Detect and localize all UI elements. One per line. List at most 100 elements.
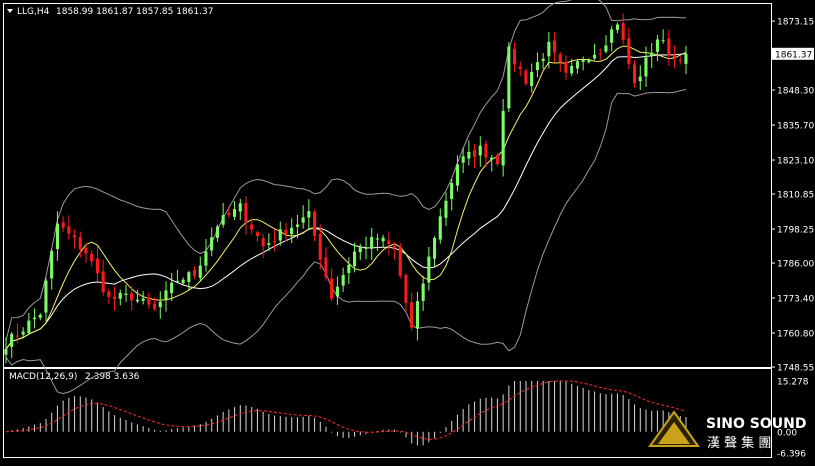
candle-body — [638, 76, 642, 82]
candle-body — [55, 223, 59, 249]
macd-label: MACD(12,26,9) — [9, 372, 77, 382]
logo-chinese-text: 漢 聲 集 團 — [707, 435, 771, 451]
price-tick-label: 1786.00 — [777, 260, 814, 270]
candle-body — [38, 314, 42, 318]
candle-body — [587, 60, 591, 63]
candle-body — [135, 299, 139, 302]
macd-tick-label: -6.396 — [777, 450, 806, 460]
candle-body — [95, 258, 99, 274]
candle-body — [233, 209, 237, 217]
candle-body — [478, 145, 482, 156]
candle-body — [141, 298, 145, 301]
logo-english-text: SINO SOUND — [706, 416, 806, 432]
candle-body — [250, 224, 254, 230]
candle-body — [490, 157, 494, 160]
candle-body — [147, 297, 151, 305]
candle-body — [450, 183, 454, 200]
candle-body — [467, 151, 471, 159]
candle — [524, 68, 528, 86]
candle-body — [650, 52, 654, 56]
price-tick-label: 1773.40 — [777, 295, 814, 305]
candle-body — [438, 216, 442, 240]
candle-body — [198, 265, 202, 278]
candle-body — [461, 156, 465, 163]
candle-body — [50, 250, 54, 279]
candle-body — [27, 320, 31, 334]
candle-body — [364, 247, 368, 249]
symbol-label: LLG,H4 — [17, 7, 50, 17]
candle-body — [318, 233, 322, 260]
candle-body — [655, 39, 659, 52]
candle-body — [90, 253, 94, 262]
candle-body — [273, 241, 277, 243]
candle-body — [627, 38, 631, 65]
candle-body — [193, 269, 197, 276]
candle-body — [604, 45, 608, 52]
candle-body — [535, 62, 539, 71]
candle-body — [610, 29, 614, 43]
candle-body — [227, 212, 231, 216]
candle-body — [181, 279, 185, 284]
candle-body — [244, 203, 248, 223]
candle-body — [284, 229, 288, 235]
candle-body — [661, 40, 665, 42]
candle-body — [267, 243, 271, 245]
chart-svg: LLG,H4 1858.99 1861.87 1857.85 1861.37 M… — [0, 0, 815, 462]
candle-body — [278, 229, 282, 241]
candle-body — [347, 264, 351, 273]
candle-body — [290, 227, 294, 235]
candle-body — [335, 286, 339, 297]
candle-body — [421, 283, 425, 301]
candle-body — [33, 317, 37, 320]
candle-body — [67, 226, 71, 234]
candle-body — [593, 54, 597, 59]
candle-body — [575, 61, 579, 69]
candle-body — [553, 40, 557, 53]
price-tick-label: 1835.70 — [777, 122, 814, 132]
candle-body — [101, 271, 105, 293]
candle-body — [4, 349, 8, 355]
candle-body — [210, 237, 214, 251]
candle-body — [433, 238, 437, 259]
chart-root: LLG,H4 1858.99 1861.87 1857.85 1861.37 M… — [0, 0, 815, 462]
candle-body — [615, 24, 619, 30]
candle-body — [398, 246, 402, 276]
candle-body — [124, 293, 128, 295]
candle-body — [644, 57, 648, 77]
candle-body — [84, 247, 88, 254]
price-tick-label: 1748.55 — [777, 364, 814, 374]
candle-body — [158, 301, 162, 308]
candle-body — [370, 237, 374, 249]
candle-body — [15, 335, 19, 337]
candle-body — [633, 64, 637, 84]
candle-body — [547, 41, 551, 57]
price-tick-label: 1873.15 — [777, 18, 814, 28]
macd-tick-label: 15.278 — [777, 378, 809, 388]
candle-body — [570, 66, 574, 74]
candle-body — [301, 217, 305, 223]
price-tick-label: 1810.85 — [777, 191, 814, 201]
candle-body — [341, 275, 345, 286]
candle-body — [410, 302, 414, 328]
candle-body — [530, 71, 534, 86]
candle-body — [375, 238, 379, 240]
candle-body — [415, 301, 419, 329]
candle-body — [215, 226, 219, 238]
candle-body — [330, 278, 334, 299]
candle-body — [507, 46, 511, 109]
candle-body — [678, 60, 682, 62]
price-tick-label: 1798.25 — [777, 226, 814, 236]
candle-body — [44, 280, 48, 313]
price-tick-label: 1848.30 — [777, 87, 814, 97]
last-price-value: 1861.37 — [775, 50, 812, 60]
candle-body — [353, 251, 357, 267]
candle-body — [495, 155, 499, 165]
candle-body — [513, 49, 517, 65]
candle-body — [404, 275, 408, 303]
candle-body — [558, 54, 562, 63]
candle-body — [164, 290, 168, 300]
candle-body — [107, 291, 111, 298]
candle-body — [673, 55, 677, 58]
candle-body — [10, 333, 14, 347]
candle — [507, 42, 511, 112]
